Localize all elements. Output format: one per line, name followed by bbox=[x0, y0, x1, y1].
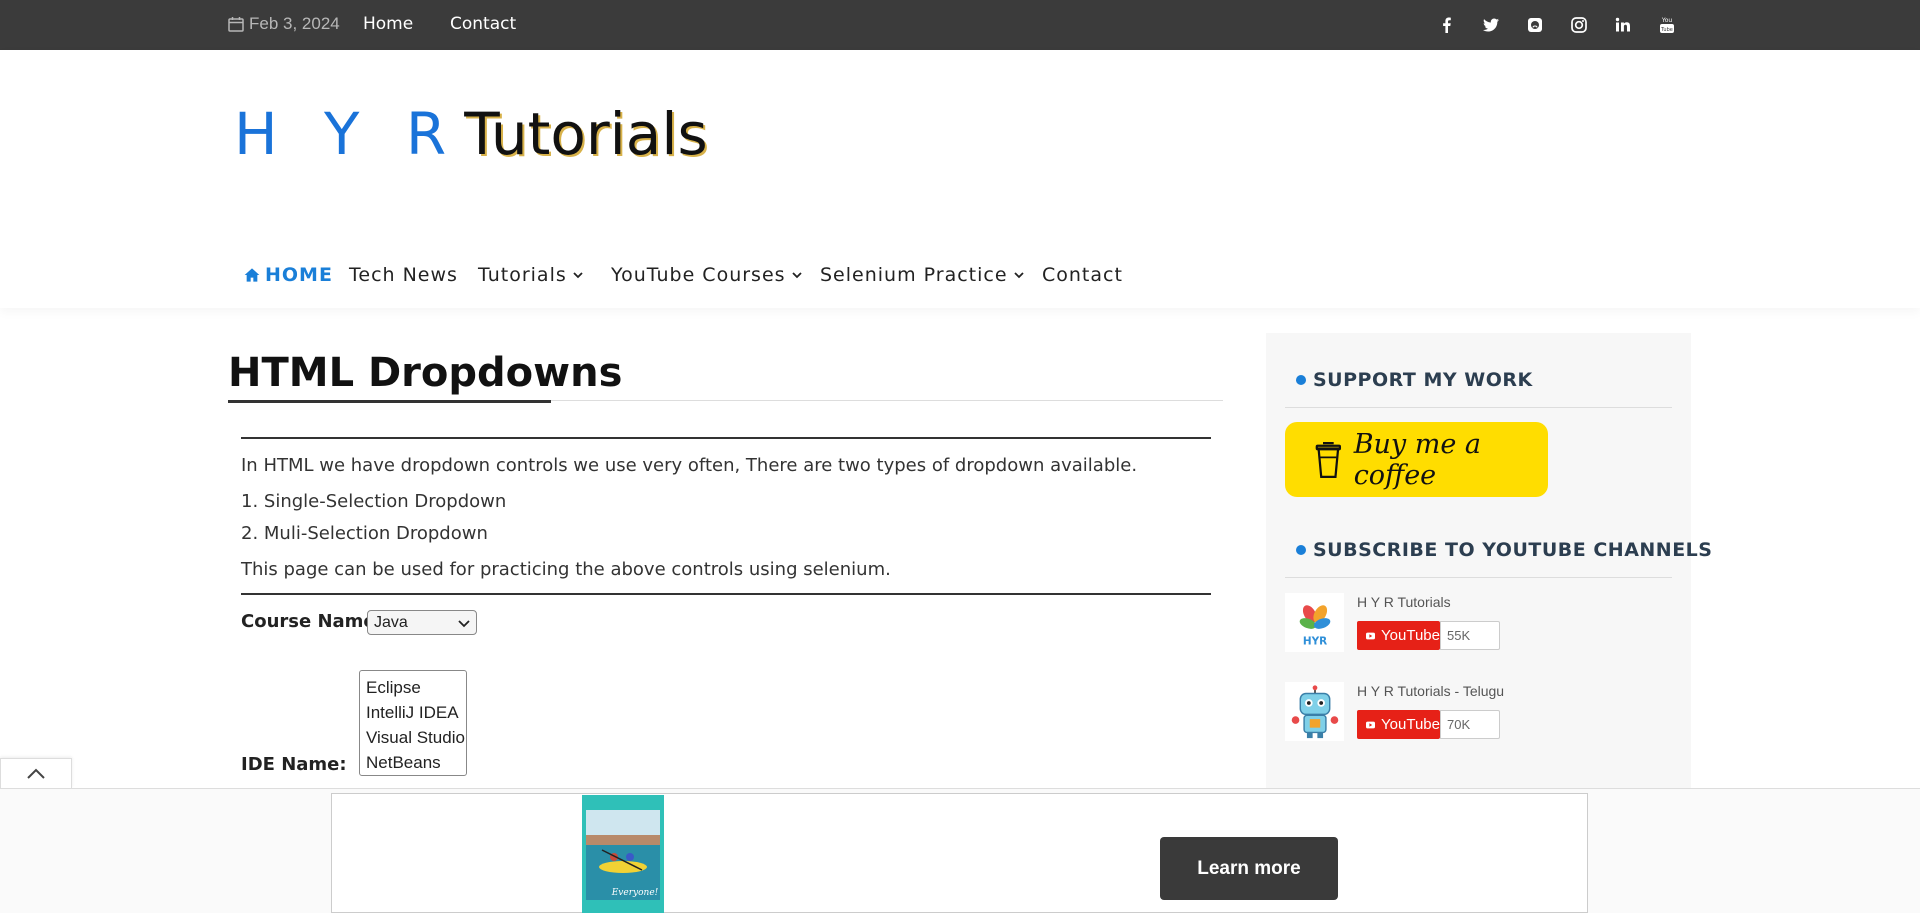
nav-tech-news-label: Tech News bbox=[349, 264, 458, 286]
content-divider-top bbox=[241, 437, 1211, 439]
nav-selenium-practice[interactable]: Selenium Practice bbox=[820, 264, 1025, 286]
list-item-single: 1. Single-Selection Dropdown bbox=[241, 491, 507, 512]
date-text: Feb 3, 2024 bbox=[249, 14, 340, 33]
nav-contact-label: Contact bbox=[1042, 264, 1123, 286]
buy-me-a-coffee-button[interactable]: Buy me a coffee bbox=[1285, 422, 1548, 497]
content-divider-bottom bbox=[241, 593, 1211, 595]
youtube-icon[interactable]: You Tube bbox=[1656, 14, 1678, 36]
bullet-icon bbox=[1296, 375, 1306, 385]
logo-part-1: H Y R bbox=[234, 100, 461, 168]
subscriber-count: 70K bbox=[1440, 710, 1500, 739]
bullet-icon bbox=[1296, 545, 1306, 555]
nav-tutorials-label: Tutorials bbox=[478, 264, 567, 286]
course-name-select[interactable]: Java bbox=[367, 610, 477, 635]
chevron-down-icon bbox=[573, 272, 583, 279]
youtube-play-icon bbox=[1366, 721, 1376, 728]
ide-option-eclipse[interactable]: Eclipse bbox=[360, 675, 466, 700]
nav-home-label: HOME bbox=[265, 264, 333, 286]
top-link-contact[interactable]: Contact bbox=[450, 14, 516, 34]
youtube-subscribe-button[interactable]: YouTube bbox=[1357, 621, 1440, 650]
coffee-cup-icon bbox=[1315, 441, 1342, 478]
course-selected-value: Java bbox=[374, 613, 408, 631]
youtube-button-label: YouTube bbox=[1381, 627, 1440, 644]
support-title-text: SUPPORT MY WORK bbox=[1313, 369, 1533, 391]
chevron-down-icon bbox=[1013, 272, 1024, 279]
subscribe-widget-title: SUBSCRIBE TO YOUTUBE CHANNELS bbox=[1296, 539, 1712, 561]
list-item-multi: 2. Muli-Selection Dropdown bbox=[241, 523, 488, 544]
learn-more-button[interactable]: Learn more bbox=[1160, 837, 1338, 900]
svg-text:Tube: Tube bbox=[1660, 27, 1673, 33]
chevron-down-icon bbox=[791, 272, 802, 279]
channel-name[interactable]: H Y R Tutorials - Telugu bbox=[1357, 683, 1504, 699]
nav-selenium-practice-label: Selenium Practice bbox=[820, 264, 1008, 286]
ad-image[interactable]: Everyone! bbox=[582, 795, 664, 913]
github-icon[interactable] bbox=[1524, 14, 1546, 36]
widget-divider bbox=[1285, 407, 1672, 408]
youtube-subscribe-button[interactable]: YouTube bbox=[1357, 710, 1440, 739]
youtube-button-label: YouTube bbox=[1381, 716, 1440, 733]
chevron-up-icon bbox=[27, 768, 45, 779]
ide-option-netbeans[interactable]: NetBeans bbox=[360, 750, 466, 775]
instagram-icon[interactable] bbox=[1568, 14, 1590, 36]
subscribe-title-text: SUBSCRIBE TO YOUTUBE CHANNELS bbox=[1313, 539, 1713, 561]
chevron-down-icon bbox=[458, 620, 470, 628]
calendar-icon bbox=[228, 17, 244, 32]
subscriber-count: 55K bbox=[1440, 621, 1500, 650]
nav-tech-news[interactable]: Tech News bbox=[349, 264, 458, 286]
robot-icon bbox=[1291, 684, 1338, 738]
home-icon bbox=[244, 268, 260, 282]
support-widget-title: SUPPORT MY WORK bbox=[1296, 369, 1533, 391]
ad-banner[interactable] bbox=[331, 793, 1588, 913]
nav-youtube-courses-label: YouTube Courses bbox=[611, 264, 786, 286]
top-bar: Feb 3, 2024 Home Contact You Tube bbox=[0, 0, 1920, 50]
hyr-logo-icon: HYR bbox=[1299, 604, 1330, 647]
kayak-photo-icon: Everyone! bbox=[586, 810, 660, 900]
widget-divider bbox=[1285, 577, 1672, 578]
ide-option-visual-studio[interactable]: Visual Studio bbox=[360, 725, 466, 750]
ide-option-intellij[interactable]: IntelliJ IDEA bbox=[360, 700, 466, 725]
ide-name-label: IDE Name: bbox=[241, 754, 347, 775]
channel-avatar[interactable] bbox=[1285, 682, 1344, 741]
youtube-play-icon bbox=[1366, 632, 1376, 639]
channel-name[interactable]: H Y R Tutorials bbox=[1357, 594, 1451, 610]
nav-tutorials[interactable]: Tutorials bbox=[478, 264, 584, 286]
site-logo[interactable]: H Y R Tutorials bbox=[234, 100, 708, 168]
svg-text:HYR: HYR bbox=[1302, 635, 1326, 647]
channel-avatar[interactable]: HYR bbox=[1285, 593, 1344, 652]
scroll-to-top-button[interactable] bbox=[0, 758, 72, 788]
linkedin-icon[interactable] bbox=[1612, 14, 1634, 36]
nav-youtube-courses[interactable]: YouTube Courses bbox=[611, 264, 803, 286]
nav-home[interactable]: HOME bbox=[244, 264, 333, 286]
ad-image-caption: Everyone! bbox=[611, 888, 659, 898]
top-link-home[interactable]: Home bbox=[363, 14, 413, 34]
title-underline bbox=[228, 400, 551, 403]
logo-part-2: Tutorials bbox=[464, 100, 708, 168]
twitter-icon[interactable] bbox=[1480, 14, 1502, 36]
svg-text:You: You bbox=[1661, 17, 1673, 24]
course-name-label: Course Name: bbox=[241, 611, 383, 632]
ide-name-listbox[interactable]: Eclipse IntelliJ IDEA Visual Studio NetB… bbox=[359, 670, 467, 776]
date-display: Feb 3, 2024 bbox=[228, 14, 340, 34]
nav-contact[interactable]: Contact bbox=[1042, 264, 1123, 286]
page-title: HTML Dropdowns bbox=[228, 350, 623, 396]
practice-note: This page can be used for practicing the… bbox=[241, 559, 891, 580]
facebook-icon[interactable] bbox=[1436, 14, 1458, 36]
intro-text: In HTML we have dropdown controls we use… bbox=[241, 455, 1138, 476]
coffee-label: Buy me a coffee bbox=[1353, 428, 1482, 491]
